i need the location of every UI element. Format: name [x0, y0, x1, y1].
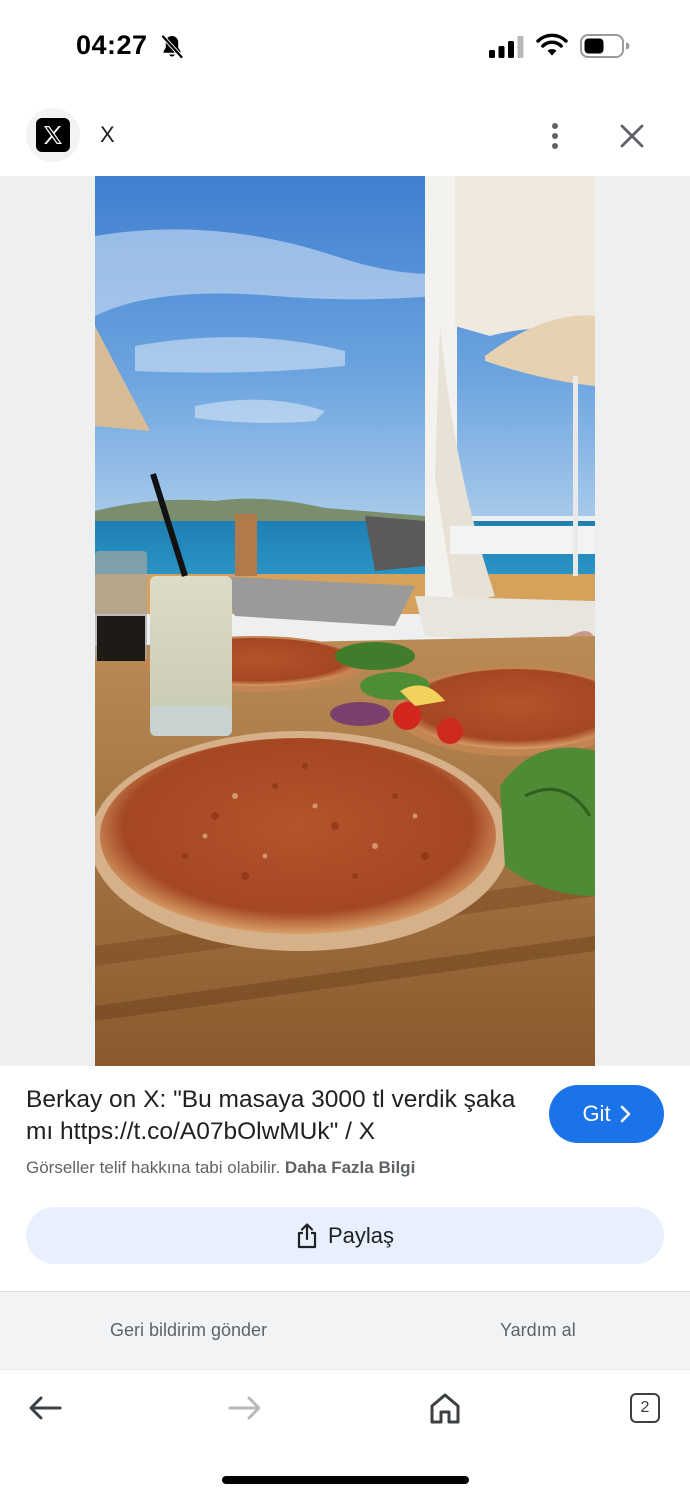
more-vertical-icon: [552, 123, 558, 149]
result-photo[interactable]: [95, 176, 595, 1066]
result-info-panel: Berkay on X: "Bu masaya 3000 tl verdik ş…: [0, 1066, 690, 1291]
result-title[interactable]: Berkay on X: "Bu masaya 3000 tl verdik ş…: [26, 1084, 526, 1148]
send-feedback-link[interactable]: Geri bildirim gönder: [110, 1320, 267, 1341]
status-time: 04:27: [76, 30, 148, 60]
status-bar: 04:27: [0, 0, 690, 96]
feedback-bar: Geri bildirim gönder Yardım al: [0, 1291, 690, 1369]
source-header: X: [0, 96, 690, 176]
home-icon: [430, 1393, 460, 1424]
tabs-icon: 2: [630, 1393, 660, 1423]
visit-button[interactable]: Git: [549, 1085, 664, 1143]
browser-nav-bar: 2: [0, 1369, 690, 1496]
source-site-name: X: [100, 122, 115, 147]
more-options-button[interactable]: [538, 116, 572, 156]
forward-button[interactable]: [221, 1386, 269, 1430]
bell-slash-icon: [161, 35, 183, 59]
copyright-text: Görseller telif hakkına tabi olabilir.: [26, 1158, 281, 1177]
share-button[interactable]: Paylaş: [26, 1207, 664, 1264]
x-logo-icon[interactable]: [26, 108, 80, 162]
image-preview-area: [0, 176, 690, 1066]
share-button-label: Paylaş: [327, 1222, 395, 1248]
back-arrow-icon: [29, 1396, 62, 1420]
forward-arrow-icon: [228, 1396, 261, 1420]
battery-icon: [580, 34, 630, 58]
close-icon: [620, 124, 644, 148]
back-button[interactable]: [21, 1386, 69, 1430]
chevron-right-icon: [620, 1105, 630, 1123]
signal-icon: [489, 36, 524, 58]
learn-more-link[interactable]: Daha Fazla Bilgi: [285, 1158, 415, 1177]
visit-button-label: Git: [582, 1101, 611, 1126]
share-icon: [297, 1222, 317, 1248]
tab-count: 2: [640, 1399, 650, 1416]
wifi-icon: [536, 33, 568, 56]
get-help-link[interactable]: Yardım al: [500, 1320, 576, 1341]
close-button[interactable]: [612, 116, 652, 156]
copyright-notice: Görseller telif hakkına tabi olabilir. D…: [26, 1158, 415, 1178]
home-button[interactable]: [421, 1386, 469, 1430]
x-glyph-icon: [44, 126, 62, 144]
tabs-button[interactable]: 2: [621, 1386, 669, 1430]
home-indicator: [222, 1476, 469, 1484]
